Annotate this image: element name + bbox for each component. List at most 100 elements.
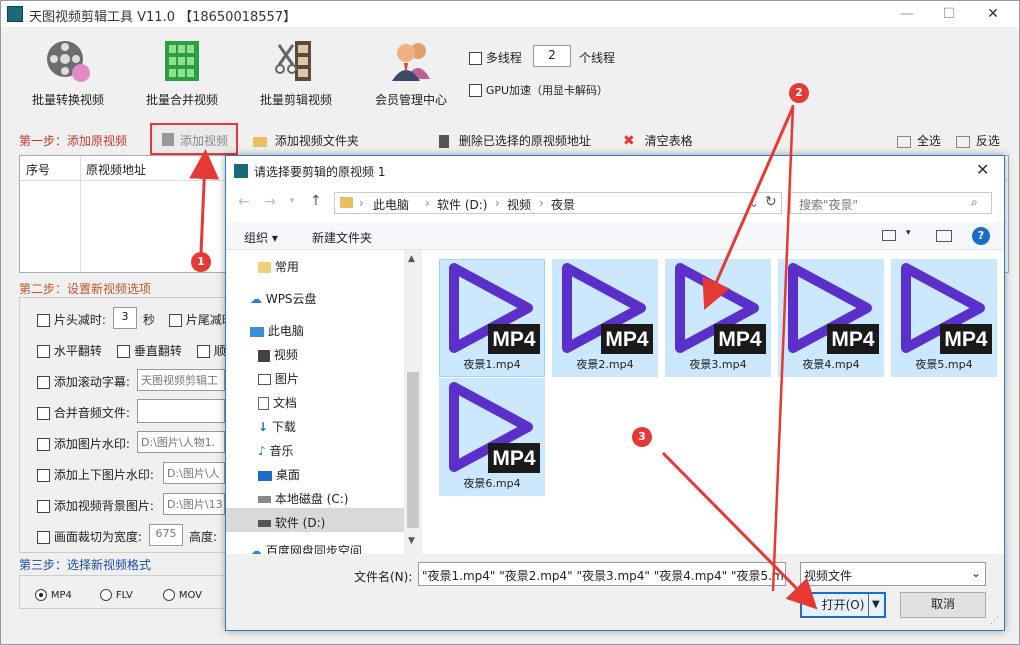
rotate-checkbox[interactable] (197, 345, 210, 358)
recent-chevron-icon[interactable]: ▾ (290, 196, 295, 206)
image-watermark-checkbox[interactable] (37, 438, 50, 451)
vflip-option[interactable]: 垂直翻转 (117, 342, 182, 359)
scroll-caption-option[interactable]: 添加滚动字幕: (37, 373, 130, 390)
format-mov-radio[interactable] (163, 588, 175, 601)
select-all-button[interactable]: 全选 (897, 132, 941, 149)
scroll-up-icon[interactable]: ▲ (408, 254, 415, 264)
bg-image-input[interactable]: D:\图片\13 (163, 493, 225, 515)
file-item[interactable]: MP4 夜景3.mp4 (665, 259, 771, 377)
merge-audio-checkbox[interactable] (37, 407, 50, 420)
batch-convert-button[interactable]: 批量转换视频 (23, 35, 113, 108)
gpu-checkbox[interactable] (469, 84, 482, 97)
scroll-thumb[interactable] (407, 372, 419, 528)
crop-checkbox[interactable] (37, 531, 50, 544)
format-mov-option[interactable]: MOV (163, 587, 202, 601)
batch-edit-button[interactable]: 批量剪辑视频 (251, 35, 341, 108)
nav-this-pc[interactable]: 此电脑 (250, 322, 304, 339)
nav-scrollbar[interactable]: ▲ ▼ (404, 250, 422, 554)
preview-pane-icon[interactable] (936, 230, 952, 242)
crumb-drive-d[interactable]: 软件 (D:) (437, 196, 487, 213)
merge-audio-input[interactable] (137, 399, 225, 423)
hflip-checkbox[interactable] (37, 345, 50, 358)
scroll-down-icon[interactable]: ▼ (408, 536, 415, 546)
dialog-close-button[interactable]: ✕ (976, 160, 989, 179)
file-item[interactable]: MP4 夜景6.mp4 (439, 378, 545, 496)
invert-button[interactable]: 反选 (956, 132, 1000, 149)
scroll-caption-input[interactable]: 天图视频剪辑工 (137, 369, 225, 391)
crumb-video[interactable]: 视频 (507, 196, 531, 213)
file-item[interactable]: MP4 夜景5.mp4 (891, 259, 997, 377)
organize-button[interactable]: 组织 ▾ (244, 229, 278, 246)
head-cut-option[interactable]: 片头减时: (37, 311, 106, 328)
help-icon[interactable]: ? (972, 227, 990, 245)
head-cut-input[interactable]: 3 (113, 307, 137, 329)
file-item[interactable]: MP4 夜景4.mp4 (778, 259, 884, 377)
nav-wps-cloud[interactable]: ☁ WPS云盘 (250, 290, 317, 307)
clear-table-button[interactable]: ✖ 清空表格 (623, 132, 693, 149)
topbottom-watermark-option[interactable]: 添加上下图片水印: (37, 466, 154, 483)
new-folder-button[interactable]: 新建文件夹 (312, 229, 372, 246)
nav-music[interactable]: ♪ 音乐 (258, 442, 294, 459)
view-chevron-icon[interactable]: ▾ (906, 228, 911, 238)
bg-image-checkbox[interactable] (37, 500, 50, 513)
cancel-button[interactable]: 取消 (900, 592, 986, 618)
topbottom-watermark-checkbox[interactable] (37, 469, 50, 482)
vflip-checkbox[interactable] (117, 345, 130, 358)
gpu-option[interactable]: GPU加速（用显卡解码） (469, 82, 608, 98)
image-watermark-input[interactable]: D:\图片\人物1. (137, 431, 225, 453)
nav-videos[interactable]: 视频 (258, 346, 298, 363)
batch-merge-button[interactable]: 批量合并视频 (137, 35, 227, 108)
topbottom-watermark-input[interactable]: D:\图片\人 (163, 462, 225, 484)
tail-cut-checkbox[interactable] (169, 314, 182, 327)
format-mp4-radio[interactable] (35, 588, 47, 601)
view-mode-icon[interactable] (882, 230, 896, 241)
nav-drive-d[interactable]: 软件 (D:) (258, 514, 325, 531)
maximize-button[interactable]: ☐ (929, 3, 969, 25)
bg-image-option[interactable]: 添加视频背景图片: (37, 497, 154, 514)
nav-desktop[interactable]: 桌面 (258, 466, 300, 483)
refresh-icon[interactable]: ↻ (765, 194, 777, 210)
thread-count-input[interactable]: 2 (533, 45, 571, 67)
nav-drive-c[interactable]: 本地磁盘 (C:) (258, 490, 348, 507)
resize-grip-icon[interactable]: ⋰ (990, 616, 999, 626)
file-item[interactable]: MP4 夜景1.mp4 (439, 259, 545, 377)
format-mp4-option[interactable]: MP4 (35, 587, 72, 601)
address-bar[interactable]: › 此电脑 › 软件 (D:) › 视频 › 夜景 ⌄ ↻ (334, 192, 782, 214)
forward-arrow-icon[interactable]: → (264, 194, 276, 210)
up-arrow-icon[interactable]: ↑ (310, 193, 322, 209)
file-item[interactable]: MP4 夜景2.mp4 (552, 259, 658, 377)
crumb-this-pc[interactable]: 此电脑 (373, 196, 409, 213)
hflip-option[interactable]: 水平翻转 (37, 342, 102, 359)
filename-input[interactable]: "夜景1.mp4" "夜景2.mp4" "夜景3.mp4" "夜景4.mp4" … (418, 562, 786, 586)
crumb-night[interactable]: 夜景 (551, 196, 575, 213)
nav-baidu-sync[interactable]: ☁ 百度网盘同步空间 (250, 542, 362, 554)
crop-option[interactable]: 画面裁切为宽度: (37, 528, 142, 545)
nav-pictures[interactable]: 图片 (258, 370, 299, 387)
rotate-option[interactable]: 顺 (197, 342, 226, 359)
open-dropdown-icon[interactable]: ▼ (872, 594, 880, 616)
format-flv-radio[interactable] (100, 588, 112, 601)
nav-documents[interactable]: 文档 (258, 394, 297, 411)
add-folder-button[interactable]: 添加视频文件夹 (253, 132, 359, 149)
minimize-button[interactable]: — (887, 3, 927, 25)
delete-selected-button[interactable]: 删除已选择的原视频地址 (439, 132, 591, 149)
open-button[interactable]: 打开(O) ▼ (800, 592, 886, 618)
search-box[interactable]: 搜索"夜景" ⌕ (790, 192, 992, 214)
member-center-button[interactable]: 会员管理中心 (366, 35, 456, 108)
nav-downloads[interactable]: ↓ 下载 (258, 418, 296, 435)
multithread-option[interactable]: 多线程 (469, 49, 522, 66)
scroll-caption-checkbox[interactable] (37, 376, 50, 389)
multithread-checkbox[interactable] (469, 52, 482, 65)
search-input[interactable]: 搜索"夜景" (799, 196, 858, 213)
address-dropdown-icon[interactable]: ⌄ (749, 196, 759, 210)
merge-audio-option[interactable]: 合并音频文件: (37, 404, 130, 421)
filetype-select[interactable]: 视频文件 ⌄ (800, 562, 986, 586)
head-cut-checkbox[interactable] (37, 314, 50, 327)
image-watermark-option[interactable]: 添加图片水印: (37, 435, 130, 452)
add-video-button[interactable]: 添加视频 (150, 123, 238, 155)
format-flv-option[interactable]: FLV (100, 587, 133, 601)
close-button[interactable]: ✕ (973, 3, 1013, 25)
back-arrow-icon[interactable]: ← (238, 194, 250, 210)
crop-width-input[interactable]: 675 (149, 524, 183, 546)
nav-quick-access[interactable]: 常用 (258, 258, 299, 275)
